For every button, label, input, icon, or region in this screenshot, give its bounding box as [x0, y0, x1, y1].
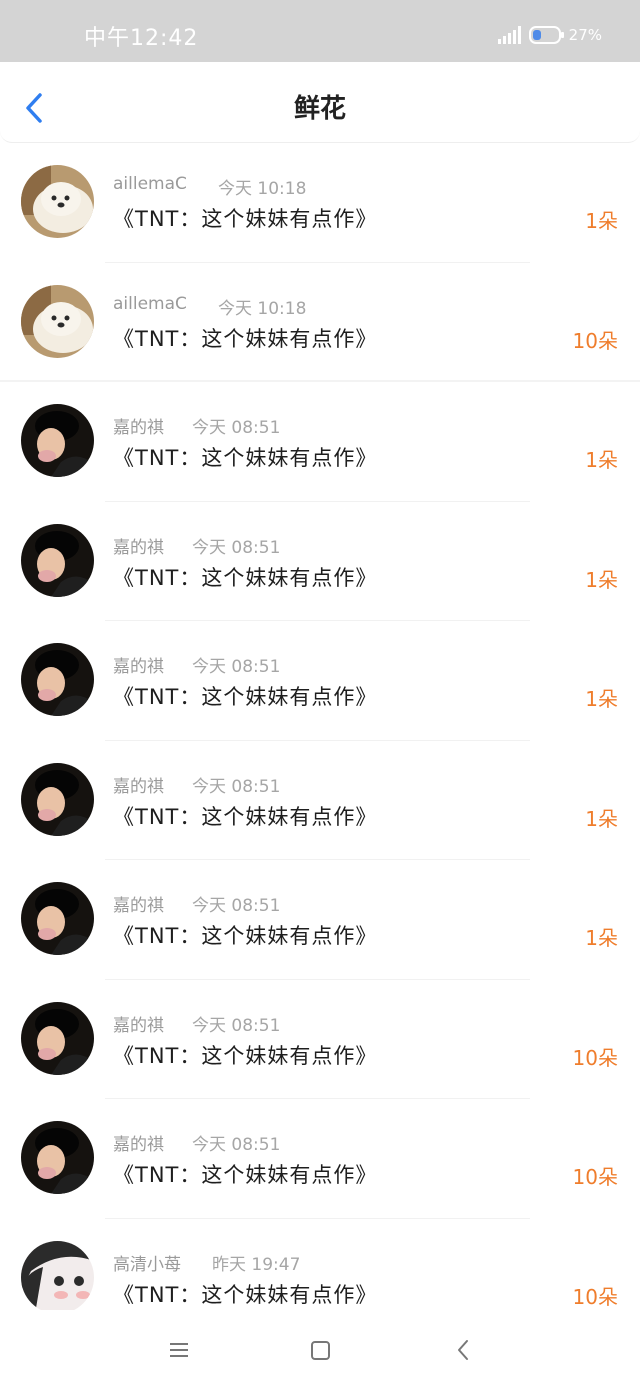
flower-count: 1朵: [585, 806, 618, 831]
flower-count: 1朵: [585, 209, 618, 233]
book-title[interactable]: 《TNT：这个妹妹有点作》: [113, 1279, 377, 1309]
sender-name: aillemaC: [113, 293, 187, 314]
sender-name: aillemaC: [113, 174, 187, 194]
sender-name: 嘉的祺: [113, 1015, 164, 1036]
flower-count: 10朵: [572, 1045, 618, 1070]
gift-time: 今天 08:51: [192, 896, 281, 916]
flower-count: 1朵: [585, 567, 618, 592]
book-title[interactable]: 《TNT：这个妹妹有点作》: [113, 203, 377, 233]
flower-count: 1朵: [585, 926, 618, 950]
signal-icon: [497, 26, 521, 44]
gift-time: 今天 08:51: [192, 537, 281, 558]
flower-count: 10朵: [572, 1284, 618, 1309]
system-nav-bar: [0, 1310, 640, 1387]
avatar[interactable]: [21, 1001, 94, 1075]
list-item[interactable]: aillemaC 今天 10:18 《TNT：这个妹妹有点作》 10朵: [0, 263, 640, 382]
avatar[interactable]: [21, 762, 94, 836]
gift-time: 今天 08:51: [192, 657, 281, 677]
book-title[interactable]: 《TNT：这个妹妹有点作》: [113, 681, 377, 711]
battery-icon: [528, 26, 564, 44]
menu-button[interactable]: [162, 1334, 194, 1366]
book-title[interactable]: 《TNT：这个妹妹有点作》: [113, 442, 377, 472]
avatar[interactable]: [21, 523, 94, 597]
sender-name: 嘉的祺: [113, 537, 164, 558]
sender-name: 嘉的祺: [113, 896, 164, 916]
flower-count: 1朵: [585, 448, 618, 472]
home-button[interactable]: [304, 1334, 336, 1366]
square-icon: [311, 1341, 330, 1360]
sender-name: 嘉的祺: [113, 418, 164, 438]
menu-icon: [170, 1343, 188, 1357]
sender-name: 嘉的祺: [113, 657, 164, 677]
book-title[interactable]: 《TNT：这个妹妹有点作》: [113, 562, 377, 592]
avatar[interactable]: [21, 882, 94, 955]
list-item[interactable]: 嘉的祺 今天 08:51 《TNT：这个妹妹有点作》 10朵: [0, 980, 640, 1099]
list-item[interactable]: 嘉的祺 今天 08:51 《TNT：这个妹妹有点作》 1朵: [0, 382, 640, 502]
book-title[interactable]: 《TNT：这个妹妹有点作》: [113, 1040, 377, 1070]
list-item[interactable]: 嘉的祺 今天 08:51 《TNT：这个妹妹有点作》 1朵: [0, 502, 640, 621]
gift-time: 今天 08:51: [192, 418, 281, 438]
flower-count: 10朵: [572, 1165, 618, 1189]
avatar[interactable]: [21, 284, 94, 358]
gift-time: 今天 08:51: [192, 1135, 281, 1155]
flower-count: 10朵: [572, 328, 618, 353]
list-item[interactable]: 嘉的祺 今天 08:51 《TNT：这个妹妹有点作》 1朵: [0, 741, 640, 860]
flower-list: aillemaC 今天 10:18 《TNT：这个妹妹有点作》 1朵 aille…: [0, 143, 640, 1338]
avatar[interactable]: [21, 1121, 94, 1194]
status-bar: 中午12:42 27%: [0, 0, 640, 62]
sender-name: 高清小苺: [113, 1254, 181, 1275]
gift-time: 昨天 19:47: [212, 1254, 301, 1275]
status-time: 中午12:42: [84, 26, 199, 51]
avatar[interactable]: [21, 1240, 94, 1314]
battery-level: 27%: [568, 26, 602, 44]
nav-header: 鲜花: [0, 62, 640, 143]
flower-count: 1朵: [585, 687, 618, 711]
book-title[interactable]: 《TNT：这个妹妹有点作》: [113, 323, 377, 353]
gift-time: 今天 10:18: [218, 298, 307, 319]
book-title[interactable]: 《TNT：这个妹妹有点作》: [113, 1159, 377, 1189]
avatar[interactable]: [21, 404, 94, 477]
back-nav-button[interactable]: [448, 1334, 480, 1366]
list-item[interactable]: 嘉的祺 今天 08:51 《TNT：这个妹妹有点作》 1朵: [0, 860, 640, 980]
gift-time: 今天 08:51: [192, 1015, 281, 1036]
list-item[interactable]: aillemaC 今天 10:18 《TNT：这个妹妹有点作》 1朵: [0, 143, 640, 263]
gift-time: 今天 10:18: [218, 179, 307, 199]
chevron-left-icon: [458, 1340, 468, 1360]
status-icons: 27%: [497, 24, 602, 46]
book-title[interactable]: 《TNT：这个妹妹有点作》: [113, 801, 377, 831]
list-item[interactable]: 嘉的祺 今天 08:51 《TNT：这个妹妹有点作》 10朵: [0, 1099, 640, 1219]
avatar[interactable]: [21, 165, 94, 238]
page-title: 鲜花: [293, 94, 346, 124]
avatar[interactable]: [21, 643, 94, 716]
book-title[interactable]: 《TNT：这个妹妹有点作》: [113, 920, 377, 950]
gift-time: 今天 08:51: [192, 776, 281, 797]
sender-name: 嘉的祺: [113, 776, 164, 797]
sender-name: 嘉的祺: [113, 1135, 164, 1155]
list-item[interactable]: 嘉的祺 今天 08:51 《TNT：这个妹妹有点作》 1朵: [0, 621, 640, 741]
